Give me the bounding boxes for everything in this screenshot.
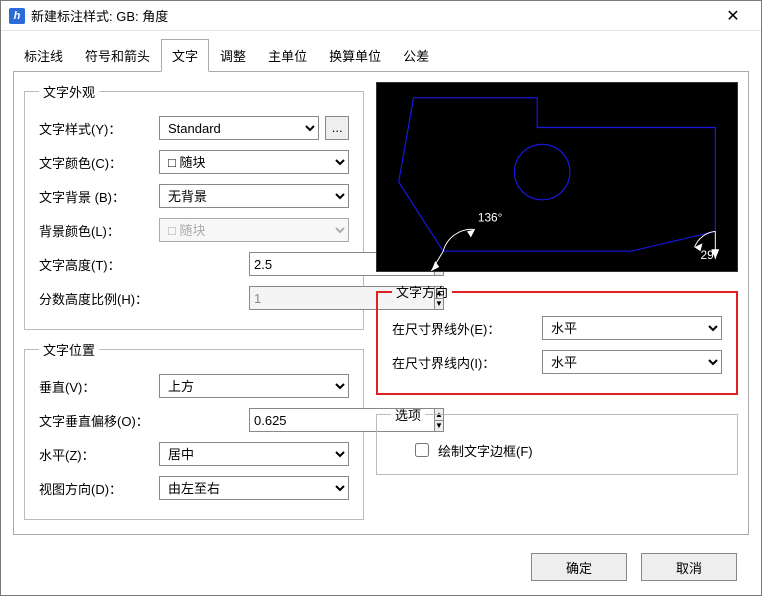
select-horizontal[interactable]: 居中 [159,442,349,466]
tab-alt-units[interactable]: 换算单位 [318,39,392,72]
app-icon: h [9,8,25,24]
label-text-color: 文字颜色(C)： [39,153,159,172]
tab-fit[interactable]: 调整 [209,39,257,72]
label-frac-scale: 分数高度比例(H)： [39,289,189,308]
legend-text-placement: 文字位置 [39,340,99,359]
select-text-style[interactable]: Standard [159,116,319,140]
select-bg-color: □ 随块 [159,218,349,242]
cancel-button[interactable]: 取消 [641,553,737,581]
tab-dimlines[interactable]: 标注线 [13,39,74,72]
left-column: 文字外观 文字样式(Y)： Standard ... 文字颜色(C)： □ 随 [24,82,364,524]
select-text-bg[interactable]: 无背景 [159,184,349,208]
tab-panel: 文字外观 文字样式(Y)： Standard ... 文字颜色(C)： □ 随 [13,71,749,535]
group-text-placement: 文字位置 垂直(V)： 上方 文字垂直偏移(O)： [24,340,364,520]
dialog-buttons: 确定 取消 [1,543,761,595]
right-column: 136° 29° 文字方向 在尺寸界线外(E)： 水平 [376,82,738,524]
legend-options: 选项 [391,405,425,424]
label-inside: 在尺寸界线内(I)： [392,353,542,372]
label-vertical: 垂直(V)： [39,377,159,396]
select-vertical[interactable]: 上方 [159,374,349,398]
checkbox-row-draw-frame[interactable]: 绘制文字边框(F) [391,434,723,460]
label-view-dir: 视图方向(D)： [39,479,159,498]
button-text-style-browse[interactable]: ... [325,116,349,140]
ok-button[interactable]: 确定 [531,553,627,581]
preview-pane: 136° 29° [376,82,738,272]
select-outside[interactable]: 水平 [542,316,722,340]
select-inside[interactable]: 水平 [542,350,722,374]
label-horizontal: 水平(Z)： [39,445,159,464]
titlebar: h 新建标注样式: GB: 角度 ✕ [1,1,761,31]
tab-strip: 标注线 符号和箭头 文字 调整 主单位 换算单位 公差 [1,39,761,72]
label-text-height: 文字高度(T)： [39,255,159,274]
preview-angle1: 136° [478,211,503,225]
spinner-frac-scale: ▲ ▼ [249,286,349,310]
label-outside: 在尺寸界线外(E)： [392,319,542,338]
dialog-window: h 新建标注样式: GB: 角度 ✕ 标注线 符号和箭头 文字 调整 主单位 换… [0,0,762,596]
label-text-style: 文字样式(Y)： [39,119,159,138]
window-title: 新建标注样式: GB: 角度 [31,6,713,25]
spinner-text-height[interactable]: ▲ ▼ [249,252,349,276]
tab-primary-units[interactable]: 主单位 [257,39,318,72]
tab-text[interactable]: 文字 [161,39,209,72]
group-text-direction: 文字方向 在尺寸界线外(E)： 水平 在尺寸界线内(I)： 水平 [376,282,738,395]
legend-text-direction: 文字方向 [392,282,452,301]
close-icon[interactable]: ✕ [713,6,753,26]
group-options: 选项 绘制文字边框(F) [376,405,738,475]
select-view-dir[interactable]: 由左至右 [159,476,349,500]
label-text-bg: 文字背景 (B)： [39,187,159,206]
spinner-voffset[interactable]: ▲ ▼ [249,408,349,432]
checkbox-draw-frame[interactable] [415,443,429,457]
legend-text-appearance: 文字外观 [39,82,99,101]
label-bg-color: 背景颜色(L)： [39,221,159,240]
tab-symbols-arrows[interactable]: 符号和箭头 [74,39,161,72]
select-text-color[interactable]: □ 随块 [159,150,349,174]
group-text-appearance: 文字外观 文字样式(Y)： Standard ... 文字颜色(C)： □ 随 [24,82,364,330]
preview-angle2: 29° [700,248,718,262]
label-voffset: 文字垂直偏移(O)： [39,411,179,430]
label-draw-frame: 绘制文字边框(F) [438,441,533,460]
tab-tolerances[interactable]: 公差 [392,39,440,72]
